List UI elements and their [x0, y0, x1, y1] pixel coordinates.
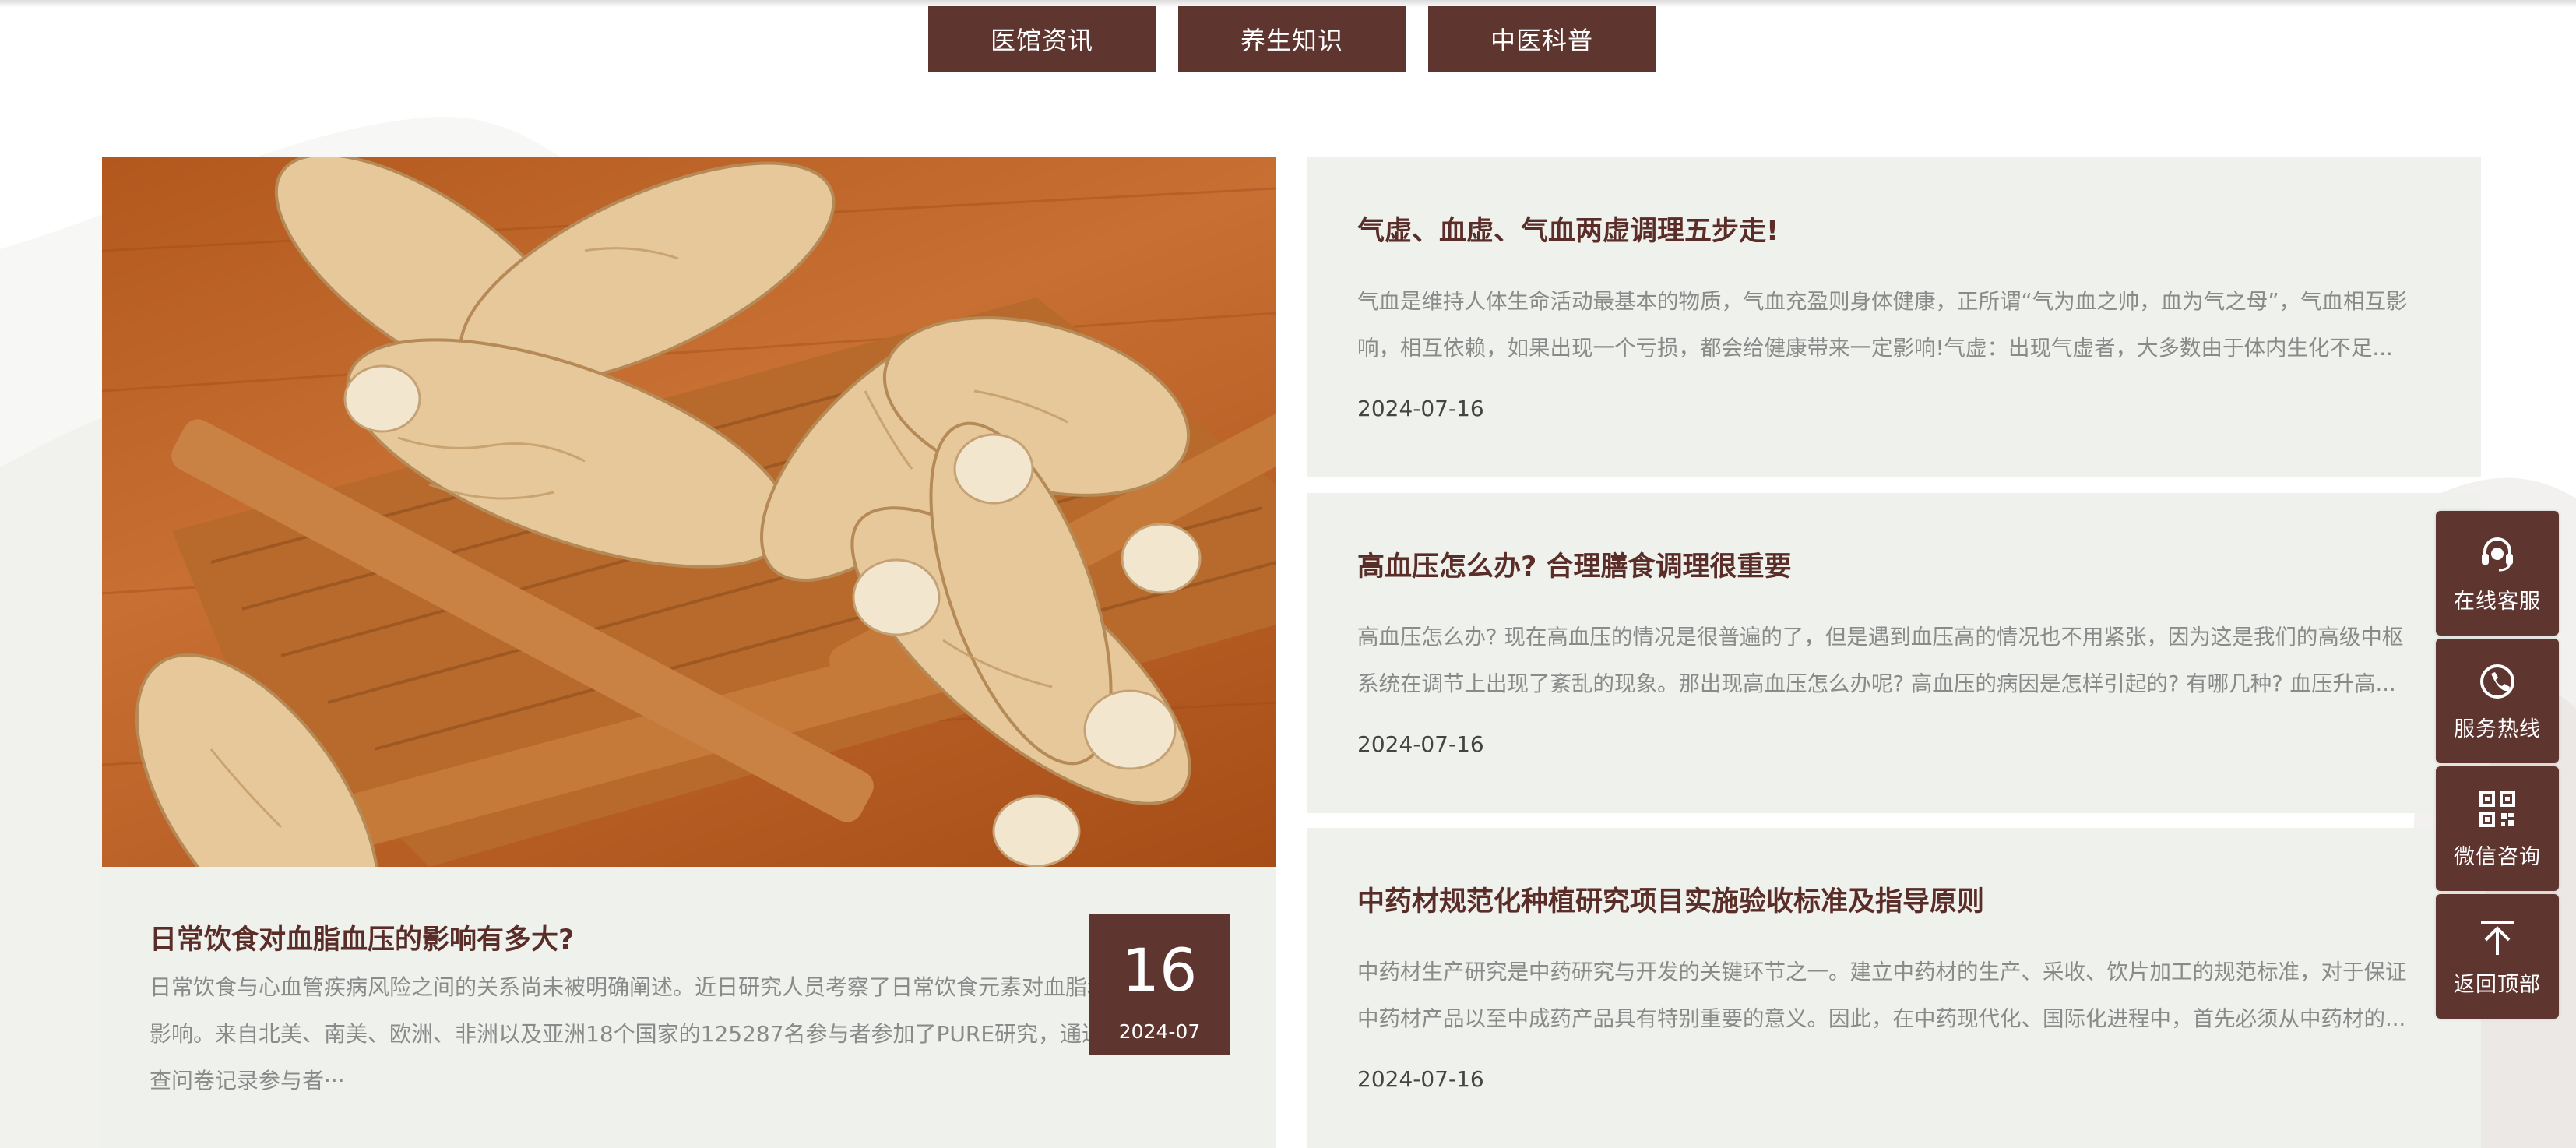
online-service-label: 在线客服	[2454, 589, 2541, 614]
wechat-consult-button[interactable]: 微信咨询	[2436, 766, 2559, 891]
phone-icon	[2480, 664, 2514, 699]
featured-date-badge: 16 2024-07	[1089, 914, 1230, 1055]
tab-clinic-news[interactable]: 医馆资讯	[928, 6, 1156, 72]
news-description: 气血是维持人体生命活动最基本的物质，气血充盈则身体健康，正所谓“气为血之帅，血为…	[1357, 289, 2408, 361]
service-hotline-button[interactable]: 服务热线	[2436, 639, 2559, 763]
featured-image[interactable]	[102, 157, 1276, 867]
floating-toolbar: 在线客服 服务热线 微信咨询 返回顶部	[2436, 511, 2559, 1022]
featured-date-year-month: 2024-07	[1118, 1020, 1201, 1043]
news-title[interactable]: 气虚、血虚、气血两虚调理五步走!	[1357, 209, 1779, 248]
back-to-top-button[interactable]: 返回顶部	[2436, 894, 2559, 1019]
category-tabs: 医馆资讯 养生知识 中医科普	[928, 6, 1656, 72]
ginseng-illustration	[102, 157, 1276, 867]
arrow-up-icon	[2481, 920, 2514, 955]
news-title[interactable]: 中药材规范化种植研究项目实施验收标准及指导原则	[1357, 879, 1984, 919]
news-item[interactable]: 气虚、血虚、气血两虚调理五步走! 气血是维持人体生命活动最基本的物质，气血充盈则…	[1307, 157, 2481, 477]
news-description: 高血压怎么办? 现在高血压的情况是很普遍的了，但是遇到血压高的情况也不用紧张，因…	[1357, 625, 2404, 696]
service-hotline-label: 服务热线	[2454, 717, 2541, 741]
news-item[interactable]: 中药材规范化种植研究项目实施验收标准及指导原则 中药材生产研究是中药研究与开发的…	[1307, 828, 2481, 1148]
news-date: 2024-07-16	[1357, 1066, 1484, 1092]
featured-title[interactable]: 日常饮食对血脂血压的影响有多大?	[150, 917, 1162, 957]
featured-article[interactable]: 日常饮食对血脂血压的影响有多大? 日常饮食与心血管疾病风险之间的关系尚未被明确阐…	[102, 157, 1276, 1148]
online-service-button[interactable]: 在线客服	[2436, 511, 2559, 636]
news-description: 中药材生产研究是中药研究与开发的关键环节之一。建立中药材的生产、采收、饮片加工的…	[1357, 960, 2407, 1031]
qrcode-icon	[2479, 791, 2515, 827]
back-to-top-label: 返回顶部	[2454, 972, 2541, 997]
tab-health-knowledge[interactable]: 养生知识	[1178, 6, 1406, 72]
wechat-consult-label: 微信咨询	[2454, 844, 2541, 869]
tab-tcm-science[interactable]: 中医科普	[1428, 6, 1656, 72]
news-date: 2024-07-16	[1357, 396, 1484, 421]
featured-description: 日常饮食与心血管疾病风险之间的关系尚未被明确阐述。近日研究人员考察了日常饮食元素…	[150, 974, 1175, 1093]
featured-date-day: 16	[1121, 935, 1198, 1005]
news-item[interactable]: 高血压怎么办? 合理膳食调理很重要 高血压怎么办? 现在高血压的情况是很普遍的了…	[1307, 493, 2481, 813]
headset-icon	[2482, 537, 2513, 571]
news-title[interactable]: 高血压怎么办? 合理膳食调理很重要	[1357, 544, 1792, 584]
news-date: 2024-07-16	[1357, 731, 1484, 757]
